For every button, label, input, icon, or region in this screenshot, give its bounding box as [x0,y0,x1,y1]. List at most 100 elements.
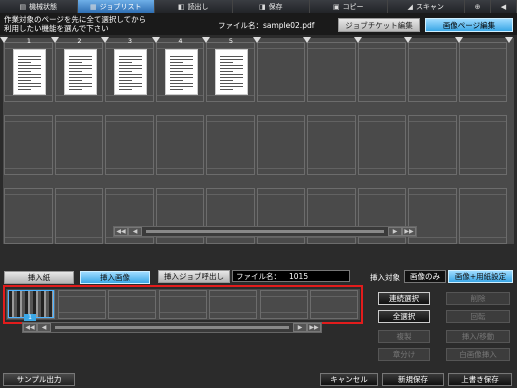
top-tab-bar: ▤ 機械状態 ▦ ジョブリスト ◧ 読出し ◨ 保存 ▣ コピー ◢ スキャン ⊕ ◀ [0,0,517,13]
top-tab-2[interactable]: ◧ 読出し [155,0,233,13]
page-slot[interactable] [458,115,507,175]
image-page-edit-button[interactable]: 画像ページ編集 [425,18,513,32]
page-slot[interactable] [256,42,305,102]
top-tab-4[interactable]: ▣ コピー [310,0,388,13]
delete-button[interactable]: 削除 [446,292,510,305]
globe-icon: ⊕ [474,2,481,11]
insert-position-marker-icon[interactable] [0,37,8,43]
page-slot[interactable] [458,188,507,244]
insert-position-marker-icon[interactable] [353,37,362,43]
page-slot[interactable] [458,42,507,102]
insert-position-marker-icon[interactable] [404,37,412,43]
blank-image-insert-button[interactable]: 白画像挿入 [446,348,510,361]
cancel-button[interactable]: キャンセル [320,373,378,386]
page-thumbnail[interactable] [114,49,147,95]
insert-grid-scrollbar[interactable]: ◀◀ ◀ ▶ ▶▶ [22,322,322,333]
insert-slot[interactable] [310,290,358,319]
page-slot[interactable] [307,115,356,175]
duplicate-button[interactable]: 複製 [378,330,430,343]
save-icon: ◨ [258,2,266,11]
insert-slot[interactable] [108,290,156,319]
page-slot[interactable] [357,115,406,175]
insert-position-marker-icon[interactable] [101,37,109,43]
recall-icon: ◧ [177,2,185,11]
page-slot[interactable] [256,115,305,175]
continuous-select-button[interactable]: 連続選択 [378,292,430,305]
page-thumbnail[interactable] [164,49,198,95]
insert-position-marker-icon[interactable] [202,37,210,43]
chapter-split-button[interactable]: 章分け [378,348,430,361]
insert-position-marker-icon[interactable] [252,37,261,43]
top-tab-3[interactable]: ◨ 保存 [232,0,310,13]
page-slot[interactable] [54,115,103,175]
top-tab-5[interactable]: ◢ スキャン [387,0,465,13]
speaker-icon: ◀ [500,2,507,11]
page-number: 1 [26,37,32,45]
insert-scroll-first-icon[interactable]: ◀◀ [23,323,37,332]
page-slot[interactable] [408,115,457,175]
insert-scroll-prev-icon[interactable]: ◀ [37,323,51,332]
insert-slot[interactable] [158,290,207,319]
insert-scroll-last-icon[interactable]: ▶▶ [307,323,321,332]
scroll-last-icon[interactable]: ▶▶ [402,227,416,236]
page-grid: 1 2 3 4 5 [0,37,514,244]
page-slot[interactable] [307,42,356,102]
page-slot[interactable] [4,115,53,175]
top-tab-1[interactable]: ▦ ジョブリスト [77,0,155,13]
insert-slot[interactable] [57,290,106,319]
overwrite-save-button[interactable]: 上書き保存 [448,373,512,386]
insert-scroll-next-icon[interactable]: ▶ [293,323,307,332]
insert-position-marker-icon[interactable] [303,37,311,43]
page-grid-scrollbar[interactable]: ◀◀ ◀ ▶ ▶▶ [113,226,417,237]
insert-position-marker-icon[interactable] [505,37,513,43]
top-tab-label: 保存 [268,2,283,11]
image-paper-settings-option[interactable]: 画像+用紙設定 [448,270,513,283]
insert-scroll-track[interactable] [55,326,289,329]
insert-position-marker-icon[interactable] [50,37,59,43]
image-only-option[interactable]: 画像のみ [404,270,446,283]
scroll-track[interactable] [146,230,384,233]
page-slot[interactable] [357,42,406,102]
insert-image-tab[interactable]: 挿入画像 [80,271,150,284]
top-tab-0[interactable]: ▤ 機械状態 [0,0,78,13]
top-tab-label: ジョブリスト [99,2,142,11]
insert-move-button[interactable]: 挿入/移動 [446,330,510,343]
page-number: 2 [77,37,82,45]
page-thumbnail[interactable] [63,49,97,95]
scroll-next-icon[interactable]: ▶ [388,227,402,236]
page-slot[interactable] [4,188,53,244]
insert-file-value: 1015 [289,271,309,281]
insert-image-grid: 1 [6,289,360,321]
page-number: 4 [178,37,183,45]
file-name-label: ファイル名：sample02.pdf [218,21,315,30]
scroll-prev-icon[interactable]: ◀ [128,227,142,236]
page-slot[interactable] [105,115,154,175]
insert-file-name-box: ファイル名： 1015 [232,270,350,282]
page-slot[interactable] [408,42,457,102]
top-tab-6[interactable]: ⊕ [465,0,491,13]
insert-image-number: 1 [24,314,36,321]
insert-paper-tab[interactable]: 挿入紙 [4,271,74,284]
insert-file-label: ファイル名： [236,271,281,281]
page-number: 5 [228,37,234,45]
insert-position-marker-icon[interactable] [454,37,463,43]
insert-position-marker-icon[interactable] [151,37,160,43]
page-thumbnail[interactable] [13,49,46,95]
page-slot[interactable] [54,188,103,244]
insert-slot[interactable] [259,290,308,319]
top-tab-7[interactable]: ◀ [491,0,517,13]
instruction-text: 作業対象のページを先に全て選択してから 利用したい機能を選んで下さい [4,15,147,33]
recall-insert-job-button[interactable]: 挿入ジョブ呼出し [158,270,230,283]
insert-slot[interactable] [209,290,257,319]
rotate-button[interactable]: 回転 [446,310,510,323]
scroll-first-icon[interactable]: ◀◀ [114,227,128,236]
page-slot[interactable] [155,115,204,175]
page-slot[interactable] [206,115,255,175]
job-ticket-edit-button[interactable]: ジョブチケット編集 [338,18,420,32]
new-save-button[interactable]: 新規保存 [382,373,444,386]
top-tab-label: スキャン [415,2,444,11]
job-list-icon: ▦ [89,2,97,11]
select-all-button[interactable]: 全選択 [378,310,430,323]
page-thumbnail[interactable] [215,49,248,95]
sample-output-button[interactable]: サンプル出力 [3,373,75,386]
